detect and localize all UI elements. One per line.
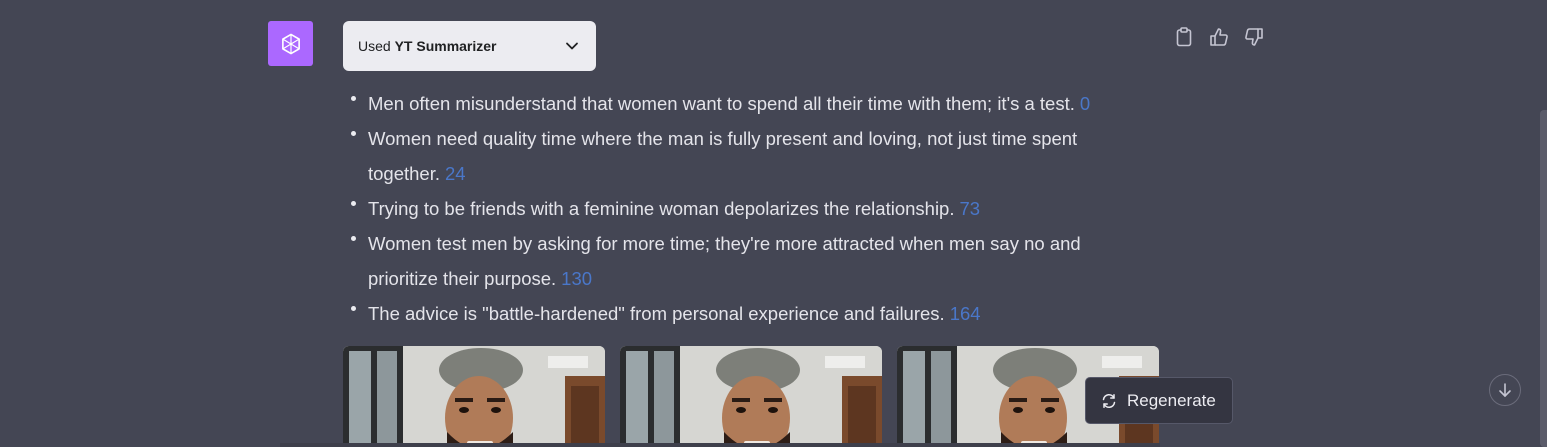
timestamp-link[interactable]: 73 xyxy=(959,198,980,219)
plugin-used-text: Used YT Summarizer xyxy=(358,38,497,54)
list-item: Men often misunderstand that women want … xyxy=(350,86,1150,121)
video-thumbnail[interactable] xyxy=(620,346,882,447)
timestamp-link[interactable]: 0 xyxy=(1080,93,1090,114)
list-item: Trying to be friends with a feminine wom… xyxy=(350,191,1150,226)
video-thumbnail[interactable] xyxy=(343,346,605,447)
divider xyxy=(280,443,1160,447)
chevron-down-icon xyxy=(565,39,579,53)
list-item: Women need quality time where the man is… xyxy=(350,121,1150,191)
arrow-down-icon xyxy=(1499,383,1511,397)
plugin-used-label: Used xyxy=(358,38,391,54)
scroll-to-bottom-button[interactable] xyxy=(1489,374,1521,406)
openai-logo-icon xyxy=(281,33,300,54)
assistant-avatar xyxy=(268,21,313,66)
bullet-text: The advice is "battle-hardened" from per… xyxy=(368,303,945,324)
bullet-text: Women need quality time where the man is… xyxy=(368,128,1078,184)
timestamp-link[interactable]: 130 xyxy=(561,268,592,289)
summary-bullet-list: Men often misunderstand that women want … xyxy=(350,86,1150,331)
scrollbar[interactable] xyxy=(1540,110,1547,447)
timestamp-link[interactable]: 164 xyxy=(950,303,981,324)
plugin-name: YT Summarizer xyxy=(394,38,497,54)
bullet-text: Women test men by asking for more time; … xyxy=(368,233,1081,289)
bullet-text: Trying to be friends with a feminine wom… xyxy=(368,198,955,219)
list-item: The advice is "battle-hardened" from per… xyxy=(350,296,1150,331)
bullet-text: Men often misunderstand that women want … xyxy=(368,93,1075,114)
plugin-used-dropdown[interactable]: Used YT Summarizer xyxy=(343,21,596,71)
regenerate-button[interactable]: Regenerate xyxy=(1085,377,1233,424)
timestamp-link[interactable]: 24 xyxy=(445,163,466,184)
thumbs-up-icon[interactable] xyxy=(1207,26,1230,48)
thumbs-down-icon[interactable] xyxy=(1242,26,1265,48)
refresh-icon xyxy=(1102,393,1116,408)
video-thumbnail-row xyxy=(343,346,1159,447)
list-item: Women test men by asking for more time; … xyxy=(350,226,1150,296)
clipboard-icon[interactable] xyxy=(1172,26,1195,48)
regenerate-label: Regenerate xyxy=(1127,390,1216,410)
message-actions xyxy=(1172,26,1265,48)
